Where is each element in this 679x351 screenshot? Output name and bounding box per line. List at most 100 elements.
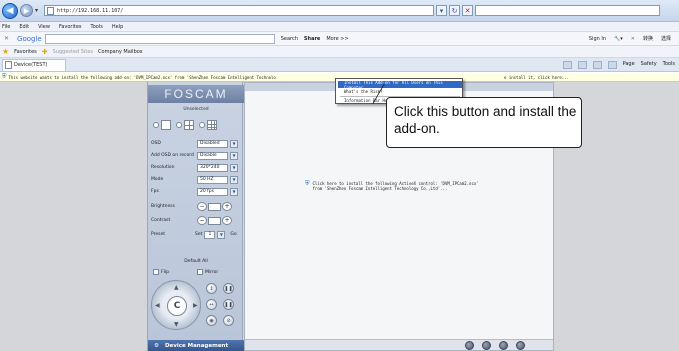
close-icon[interactable]: ✕ — [631, 36, 635, 42]
resolution-select[interactable]: 320*240 — [197, 163, 228, 172]
chevron-down-icon[interactable]: ▼ — [230, 163, 238, 172]
refresh-icon[interactable]: ↻ — [449, 5, 461, 16]
osd-select[interactable]: Disabled — [197, 139, 228, 148]
page-icon — [47, 6, 55, 15]
mirror-checkbox[interactable] — [196, 269, 203, 275]
install-addon-menu-item[interactable]: Install This Add-on for All Users on Thi… — [338, 80, 462, 90]
default-all-button[interactable]: Default All — [148, 259, 244, 264]
preset-label: Preset — [151, 232, 166, 237]
vertical-patrol-icon[interactable]: ↕ — [206, 283, 217, 294]
control-panel: FOSCAM Unselected OSD Disabled ▼ Add OSD… — [147, 82, 244, 351]
snapshot-button[interactable] — [499, 341, 508, 350]
instruction-callout: Click this button and install the add-on… — [386, 97, 582, 148]
menu-file[interactable]: File — [2, 24, 10, 30]
chevron-down-icon[interactable]: ▼ — [230, 139, 238, 148]
page-menu[interactable]: Page — [623, 61, 635, 69]
chevron-down-icon[interactable]: ▼ — [230, 175, 238, 184]
history-dropdown-icon[interactable]: ▾ — [35, 7, 38, 14]
address-bar[interactable]: http://192.168.11.107/ — [44, 5, 435, 16]
close-toolbar-icon[interactable]: ✕ — [4, 35, 9, 42]
io-on-icon[interactable]: ◉ — [206, 315, 217, 326]
stop-patrol-icon[interactable]: ❚❚ — [223, 283, 234, 294]
mode-label: Mode — [151, 177, 164, 182]
back-button[interactable]: ◀ — [2, 2, 18, 19]
forward-button[interactable]: ▶ — [20, 4, 33, 17]
suggested-sites-link[interactable]: Suggested Sites — [53, 49, 93, 55]
brightness-increase-button[interactable]: + — [222, 202, 232, 211]
fps-label: Fps — [151, 189, 159, 194]
wrench-icon[interactable]: 🔧▾ — [614, 36, 623, 42]
mode-setting: Mode 50 HZ ▼ — [151, 175, 243, 184]
pan-right-icon[interactable]: ▶ — [193, 302, 198, 309]
print-icon[interactable] — [607, 60, 617, 69]
mail-icon[interactable] — [592, 60, 602, 69]
chevron-down-icon[interactable]: ▼ — [217, 230, 226, 239]
contrast-increase-button[interactable]: + — [222, 216, 232, 225]
select-button[interactable]: 选择 — [661, 35, 671, 42]
chevron-down-icon[interactable]: ▼ — [230, 151, 238, 160]
fps-select[interactable]: 20 fps — [197, 187, 228, 196]
navigation-bar: ◀ ▶ ▾ http://192.168.11.107/ ▾ ↻ ✕ — [0, 0, 679, 22]
search-input[interactable] — [475, 5, 661, 16]
menu-tools[interactable]: Tools — [91, 24, 103, 30]
play-button[interactable] — [465, 341, 474, 350]
stop-horizontal-icon[interactable]: ❚❚ — [223, 299, 234, 310]
chevron-down-icon[interactable]: ▼ — [230, 187, 238, 196]
layout-9-radio[interactable] — [199, 122, 205, 128]
feeds-icon[interactable] — [577, 60, 587, 69]
horizontal-patrol-icon[interactable]: ↔ — [206, 299, 217, 310]
translate-button[interactable]: 转换 — [643, 35, 653, 42]
device-management-label: Device Management — [164, 342, 229, 349]
stop-icon[interactable]: ✕ — [462, 5, 474, 16]
search-button[interactable]: Search — [281, 36, 298, 42]
audio-button[interactable] — [516, 341, 525, 350]
brightness-label: Brightness — [151, 204, 175, 209]
flip-mirror-row: Flip Mirror — [153, 269, 243, 275]
pan-up-icon[interactable]: ▲ — [174, 284, 179, 291]
contrast-control: Contrast − + — [151, 216, 243, 225]
safety-menu[interactable]: Safety — [641, 61, 657, 69]
tab-bar: Device(TEST) Page Safety Tools — [0, 58, 679, 72]
menu-help[interactable]: Help — [112, 24, 123, 30]
io-off-icon[interactable]: ⊘ — [223, 315, 234, 326]
preset-number-select[interactable]: 1 — [204, 230, 216, 239]
tools-menu[interactable]: Tools — [663, 61, 675, 69]
layout-1-radio[interactable] — [153, 122, 159, 128]
layout-4-radio[interactable] — [176, 122, 182, 128]
whats-the-risk-menu-item[interactable]: What's the Risk? — [338, 88, 462, 95]
menu-edit[interactable]: Edit — [19, 24, 29, 30]
mode-select[interactable]: 50 HZ — [197, 175, 228, 184]
google-search-input[interactable] — [44, 33, 275, 44]
company-mailbox-link[interactable]: Company Mailbox — [98, 49, 143, 55]
preset-go-button[interactable]: Go — [230, 232, 236, 237]
favorites-star-icon[interactable]: ★ — [2, 47, 9, 56]
contrast-value[interactable] — [208, 216, 221, 225]
sign-in-link[interactable]: Sign In — [589, 36, 606, 42]
more-button[interactable]: More >> — [326, 36, 348, 42]
favorites-button[interactable]: Favorites — [14, 49, 37, 55]
resolution-setting: Resolution 320*240 ▼ — [151, 163, 243, 172]
add-osd-select[interactable]: Disable — [197, 151, 228, 160]
device-management-button[interactable]: ⚙ Device Management — [148, 340, 244, 351]
share-button[interactable]: Share — [304, 36, 320, 42]
pan-left-icon[interactable]: ◀ — [155, 302, 160, 309]
home-icon[interactable] — [562, 60, 572, 69]
flip-checkbox[interactable] — [153, 269, 159, 275]
menu-view[interactable]: View — [38, 24, 50, 30]
menu-bar: File Edit View Favorites Tools Help — [0, 22, 679, 31]
tab-device[interactable]: Device(TEST) — [2, 58, 66, 71]
compatibility-icon[interactable]: ▾ — [436, 5, 448, 16]
add-favorite-icon[interactable]: ✚ — [42, 48, 48, 56]
nine-view-icon — [207, 120, 217, 130]
brightness-decrease-button[interactable]: − — [197, 202, 207, 211]
contrast-decrease-button[interactable]: − — [197, 216, 207, 225]
record-button[interactable] — [482, 341, 491, 350]
ptz-center-button[interactable]: C — [167, 296, 187, 316]
preset-set-button[interactable]: Set — [195, 232, 202, 237]
activex-install-prompt[interactable]: ⛨ Click here to install the following Ac… — [305, 181, 485, 192]
video-controls — [245, 339, 553, 350]
brightness-value[interactable] — [208, 202, 221, 211]
menu-favorites[interactable]: Favorites — [59, 24, 82, 30]
ptz-direction-pad[interactable]: ▲ ▼ ◀ ▶ C — [151, 280, 201, 330]
pan-down-icon[interactable]: ▼ — [174, 321, 179, 328]
